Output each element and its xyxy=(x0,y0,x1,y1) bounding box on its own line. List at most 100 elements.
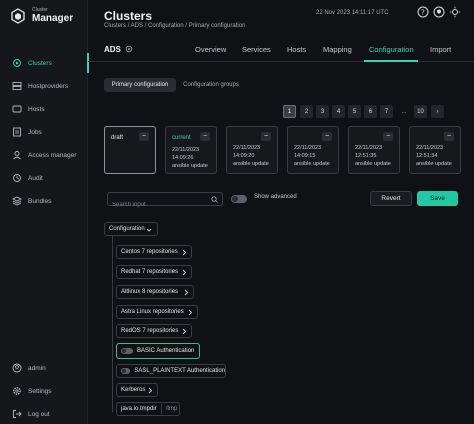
tab-mapping[interactable]: Mapping xyxy=(323,45,352,54)
show-advanced-toggle[interactable] xyxy=(231,195,247,203)
sidebar-item-hosts[interactable]: Hosts xyxy=(0,99,88,119)
collapse-version-button[interactable]: − xyxy=(200,132,210,141)
hosts-icon xyxy=(12,105,22,113)
tree-node-astra-linux-repositories[interactable]: Astra Linux repositories xyxy=(116,305,198,319)
logout-icon xyxy=(13,410,22,418)
chevron-right-icon xyxy=(182,249,187,256)
sidebar-item-hostproviders[interactable]: Hostproviders xyxy=(0,76,88,96)
basic-authentication-toggle[interactable] xyxy=(121,348,133,354)
tab-configuration[interactable]: Configuration xyxy=(369,45,414,54)
config-version-card[interactable]: − 22/11/2023 14:09:20 ansible update xyxy=(226,126,278,174)
logo[interactable]: Cluster Manager xyxy=(10,6,86,28)
tree-node-kerberos[interactable]: Kerberos xyxy=(116,383,158,397)
version-date: 22/11/2023 14:09:26 xyxy=(172,147,200,161)
collapse-version-button[interactable]: − xyxy=(383,132,393,141)
sidebar-item-label: Log out xyxy=(28,410,50,418)
sidebar-item-bundles[interactable]: Bundles xyxy=(0,191,88,211)
sidebar-item-label: Access manager xyxy=(28,151,77,159)
tab-hosts[interactable]: Hosts xyxy=(287,45,306,54)
active-tab-indicator xyxy=(364,60,418,62)
sidebar-item-jobs[interactable]: Jobs xyxy=(0,122,88,142)
logo-icon xyxy=(11,8,25,24)
hostproviders-icon xyxy=(12,82,22,90)
sidebar-item-audit[interactable]: Audit xyxy=(0,168,88,188)
version-description: ansible update xyxy=(233,161,269,167)
tree-node-label: Altlinux 8 repositories xyxy=(121,289,179,295)
help-icon[interactable]: ? xyxy=(417,6,429,18)
search-icon[interactable] xyxy=(211,196,218,203)
sidebar-item-admin[interactable]: admin xyxy=(0,358,88,378)
divider xyxy=(160,404,162,414)
version-date: 22/11/2023 12:51:34 xyxy=(416,145,444,159)
chevron-right-icon xyxy=(182,328,187,335)
chevron-right-icon xyxy=(148,387,153,394)
sidebar-item-label: Hostproviders xyxy=(28,82,69,90)
version-label: draft xyxy=(111,135,124,141)
config-version-card[interactable]: − 22/11/2023 14:09:15 ansible update xyxy=(287,126,339,174)
sidebar: Cluster Manager Clusters Hostproviders H… xyxy=(0,0,89,424)
tab-services[interactable]: Services xyxy=(242,45,271,54)
version-label: current xyxy=(172,135,191,141)
page-button-3[interactable]: 3 xyxy=(316,105,329,118)
config-version-card[interactable]: current − 22/11/2023 14:09:26 ansible upd… xyxy=(165,126,217,174)
tab-overview[interactable]: Overview xyxy=(195,45,226,54)
settings-icon xyxy=(13,387,21,395)
tree-connector-line xyxy=(112,236,113,412)
clusters-icon xyxy=(13,59,21,67)
sidebar-item-label: Jobs xyxy=(28,128,42,136)
version-description: ansible update xyxy=(294,161,330,167)
tree-node-centos-7-repositories[interactable]: Centos 7 repositories xyxy=(116,245,192,259)
page-button-1[interactable]: 1 xyxy=(283,105,296,118)
tree-node-label: java.io.tmpdir xyxy=(121,406,157,412)
revert-button[interactable]: Revert xyxy=(370,191,412,206)
breadcrumb[interactable]: Clusters / ADS / Configuration / Primary… xyxy=(104,23,245,29)
segment-configuration-groups[interactable]: Configuration groups xyxy=(178,78,244,92)
config-version-card[interactable]: − 22/11/2023 12:51:34 ansible update xyxy=(409,126,461,174)
sidebar-item-access-manager[interactable]: Access manager xyxy=(0,145,88,165)
theme-toggle-icon[interactable] xyxy=(449,6,461,18)
page-button-10[interactable]: 10 xyxy=(414,105,427,118)
sasl-plaintext-authentication-toggle[interactable] xyxy=(121,368,131,374)
datetime: 22 Nov 2023 14:11:17 UTC xyxy=(316,10,389,16)
tree-root-configuration[interactable]: Configuration xyxy=(104,222,158,236)
entity-tabs-bar: ADS Overview Services Hosts Mapping Conf… xyxy=(88,38,474,62)
version-date: 22/11/2023 14:09:15 xyxy=(294,145,322,159)
collapse-version-button[interactable]: − xyxy=(444,132,454,141)
page-button-7[interactable]: 7 xyxy=(380,105,393,118)
github-icon[interactable] xyxy=(433,6,445,18)
tree-node-label: BASIC Authentication xyxy=(137,348,195,354)
save-button[interactable]: Save xyxy=(417,191,458,206)
page-button-4[interactable]: 4 xyxy=(332,105,345,118)
tree-node-sasl-plaintext-authentication[interactable]: SASL_PLAINTEXT Authentication xyxy=(116,364,226,378)
app-root: Cluster Manager Clusters Hostproviders H… xyxy=(0,0,474,424)
sidebar-item-clusters[interactable]: Clusters xyxy=(0,53,89,73)
segment-primary-configuration[interactable]: Primary configuration xyxy=(104,78,176,92)
tree-node-java-io-tmpdir[interactable]: java.io.tmpdir /tmp xyxy=(116,402,180,416)
tree-node-label: RedOS 7 repositories xyxy=(121,328,179,334)
tree-node-basic-authentication[interactable]: BASIC Authentication xyxy=(116,343,200,359)
page-button-6[interactable]: 6 xyxy=(364,105,377,118)
tree-node-label: Redhat 7 repositories xyxy=(121,269,179,275)
collapse-version-button[interactable]: − xyxy=(261,132,271,141)
user-icon xyxy=(12,363,22,373)
show-advanced-label: Show advanced xyxy=(254,194,297,200)
sidebar-item-settings[interactable]: Settings xyxy=(0,381,88,401)
pagination-ellipsis: ... xyxy=(401,108,407,115)
page-button-2[interactable]: 2 xyxy=(300,105,313,118)
config-version-card[interactable]: − 22/11/2023 12:51:35 ansible update xyxy=(348,126,400,174)
tree-node-redos-7-repositories[interactable]: RedOS 7 repositories xyxy=(116,324,192,338)
tab-import[interactable]: Import xyxy=(430,45,451,54)
config-version-card-draft[interactable]: draft − xyxy=(104,126,156,174)
link-icon[interactable] xyxy=(125,45,133,53)
search-input[interactable] xyxy=(108,199,222,211)
tree-node-redhat-7-repositories[interactable]: Redhat 7 repositories xyxy=(116,265,192,279)
collapse-version-button[interactable]: − xyxy=(322,132,332,141)
sidebar-item-label: Bundles xyxy=(28,197,52,205)
sidebar-item-logout[interactable]: Log out xyxy=(0,404,88,424)
next-page-button[interactable]: › xyxy=(431,105,444,118)
tree-node-altlinux-8-repositories[interactable]: Altlinux 8 repositories xyxy=(116,285,194,299)
version-date: 22/11/2023 12:51:35 xyxy=(355,145,383,159)
tree-root-label: Configuration xyxy=(109,226,145,232)
page-button-5[interactable]: 5 xyxy=(348,105,361,118)
collapse-version-button[interactable]: − xyxy=(139,132,149,141)
